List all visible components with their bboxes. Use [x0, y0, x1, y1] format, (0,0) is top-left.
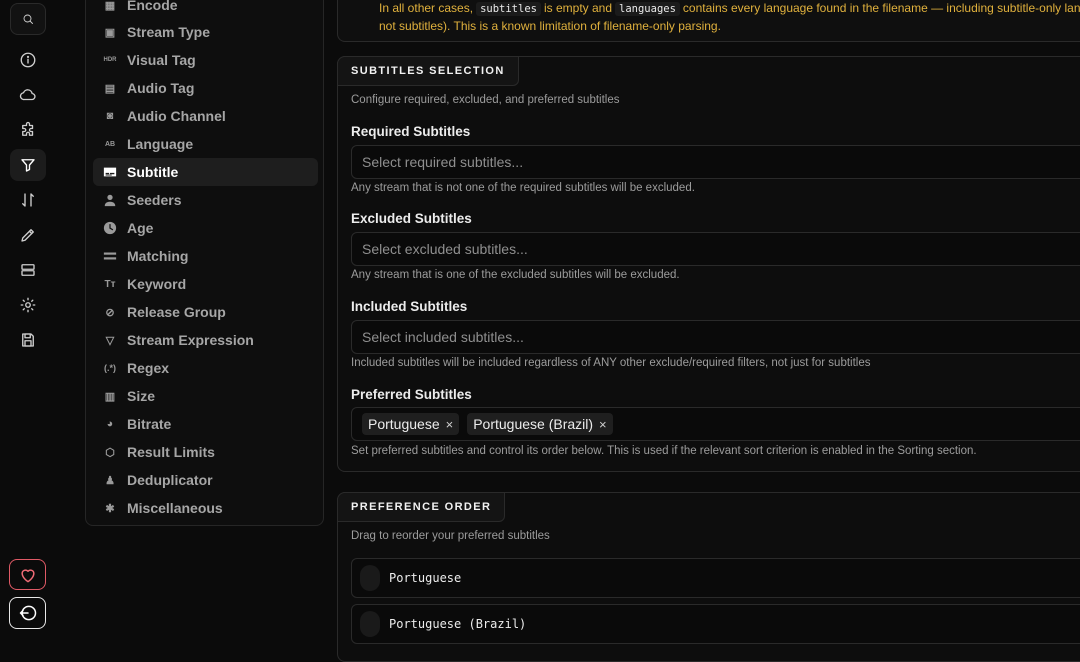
heart-icon [20, 568, 35, 582]
person-icon [103, 193, 117, 207]
nav-item-result-limits[interactable]: ⬡ Result Limits [93, 438, 318, 466]
preference-order-item[interactable]: Portuguese (Brazil) [351, 604, 1080, 644]
nav-item-language[interactable]: AB Language [93, 130, 318, 158]
film-icon: ▦ [104, 0, 116, 12]
included-subtitles-help: Included subtitles will be included rega… [351, 357, 871, 369]
notice-text: In all other cases, subtitles is empty and… [379, 0, 1080, 35]
logout-button[interactable] [9, 597, 46, 629]
preferred-subtitles-select[interactable]: Portuguese × Portuguese (Brazil) × [351, 407, 1080, 441]
main-content: In all other cases, subtitles is empty and… [337, 0, 1080, 662]
sort-icon [22, 193, 34, 207]
nav-item-bitrate[interactable]: ◕ Bitrate [93, 410, 318, 438]
shapes-icon: ✱ [105, 502, 115, 515]
gear-icon [20, 297, 36, 313]
nav-item-regex[interactable]: (.*) Regex [93, 354, 318, 382]
nav-item-seeders[interactable]: Seeders [93, 186, 318, 214]
languages-code: languages [615, 2, 680, 16]
stream-type-icon: ▣ [104, 26, 116, 39]
info-icon [20, 52, 36, 68]
text-icon: Tт [104, 278, 116, 290]
rail-settings-button[interactable] [10, 289, 46, 321]
filter-code-icon: ▽ [105, 334, 115, 347]
nav-item-encode[interactable]: ▦ Encode [93, 0, 318, 19]
donate-button[interactable] [9, 559, 46, 590]
nav-item-visual-tag[interactable]: HDR Visual Tag [93, 46, 318, 74]
rail-formatter-button[interactable] [10, 219, 46, 251]
drag-handle-icon[interactable] [360, 611, 380, 637]
nav-item-size[interactable]: ▥ Size [93, 382, 318, 410]
drag-handle-icon[interactable] [360, 565, 380, 591]
group-off-icon: ⊘ [105, 306, 115, 319]
subtitle-icon [103, 165, 117, 179]
clock-icon [103, 221, 117, 235]
speaker-icon: ▤ [104, 82, 116, 95]
rail-save-button[interactable] [10, 324, 46, 356]
filter-icon [21, 159, 35, 172]
subtitles-selection-card: SUBTITLES SELECTION Configure required, … [337, 56, 1080, 472]
nav-item-miscellaneous[interactable]: ✱ Miscellaneous [93, 494, 318, 522]
excluded-subtitles-label: Excluded Subtitles [351, 211, 472, 226]
included-subtitles-select[interactable]: Select included subtitles... [351, 320, 1080, 354]
filter-category-nav: ▦ Encode ▣ Stream Type HDR Visual Tag ▤ Audi… [85, 0, 324, 526]
save-icon [22, 333, 34, 347]
search-button[interactable] [10, 3, 46, 35]
remove-chip-icon[interactable]: × [446, 417, 454, 432]
rail-filters-button[interactable] [10, 149, 46, 181]
equals-icon [103, 249, 117, 263]
cube-icon: ⬡ [105, 446, 115, 459]
excluded-subtitles-help: Any stream that is one of the excluded s… [351, 269, 680, 281]
parsing-limitation-notice: In all other cases, subtitles is empty and… [337, 0, 1080, 42]
preference-order-card: PREFERENCE ORDER Drag to reorder your pr… [337, 492, 1080, 662]
subtitles-code: subtitles [476, 2, 541, 16]
surround-icon: ◙ [106, 110, 114, 122]
rail-addons-button[interactable] [10, 114, 46, 146]
notice-line-1: In all other cases, subtitles is empty and… [379, 1, 1080, 16]
nav-item-age[interactable]: Age [93, 214, 318, 242]
subtitles-selection-title: SUBTITLES SELECTION [337, 56, 519, 86]
notice-line-2: not subtitles). This is a known limitati… [379, 19, 721, 33]
stamp-icon: ♟ [105, 474, 115, 487]
regex-icon: (.*) [104, 363, 116, 373]
required-subtitles-select[interactable]: Select required subtitles... [351, 145, 1080, 179]
nav-item-subtitle[interactable]: Subtitle [93, 158, 318, 186]
included-subtitles-label: Included Subtitles [351, 299, 468, 314]
cloud-icon [19, 89, 36, 101]
nav-item-audio-tag[interactable]: ▤ Audio Tag [93, 74, 318, 102]
preference-order-item[interactable]: Portuguese [351, 558, 1080, 598]
preferred-chip-portuguese-brazil: Portuguese (Brazil) × [467, 413, 613, 435]
preferred-chip-portuguese: Portuguese × [362, 413, 460, 435]
subtitles-selection-description: Configure required, excluded, and prefer… [351, 94, 620, 106]
preferred-subtitles-help: Set preferred subtitles and control its … [351, 445, 977, 457]
rail-services-button[interactable] [10, 79, 46, 111]
hdr-icon: HDR [103, 57, 117, 63]
logout-icon [19, 605, 36, 621]
nav-item-deduplicator[interactable]: ♟ Deduplicator [93, 466, 318, 494]
excluded-subtitles-select[interactable]: Select excluded subtitles... [351, 232, 1080, 266]
remove-chip-icon[interactable]: × [599, 417, 607, 432]
speedometer-icon: ◕ [106, 418, 114, 430]
nav-item-stream-type[interactable]: ▣ Stream Type [93, 18, 318, 46]
nav-item-release-group[interactable]: ⊘ Release Group [93, 298, 318, 326]
nav-item-keyword[interactable]: Tт Keyword [93, 270, 318, 298]
nav-item-matching[interactable]: Matching [93, 242, 318, 270]
preference-order-description: Drag to reorder your preferred subtitles [351, 530, 550, 542]
language-icon: AB [104, 140, 116, 148]
rail-about-button[interactable] [10, 44, 46, 76]
rail-proxy-button[interactable] [10, 254, 46, 286]
server-icon [21, 264, 35, 276]
pen-icon [21, 229, 34, 242]
search-icon [23, 14, 33, 24]
nav-item-stream-expression[interactable]: ▽ Stream Expression [93, 326, 318, 354]
nav-item-audio-channel[interactable]: ◙ Audio Channel [93, 102, 318, 130]
required-subtitles-help: Any stream that is not one of the requir… [351, 182, 695, 194]
puzzle-icon [22, 121, 34, 136]
preference-order-title: PREFERENCE ORDER [337, 492, 506, 522]
file-size-icon: ▥ [104, 390, 116, 403]
preferred-subtitles-label: Preferred Subtitles [351, 387, 472, 402]
rail-sorting-button[interactable] [10, 184, 46, 216]
icon-rail [0, 0, 56, 644]
required-subtitles-label: Required Subtitles [351, 124, 471, 139]
